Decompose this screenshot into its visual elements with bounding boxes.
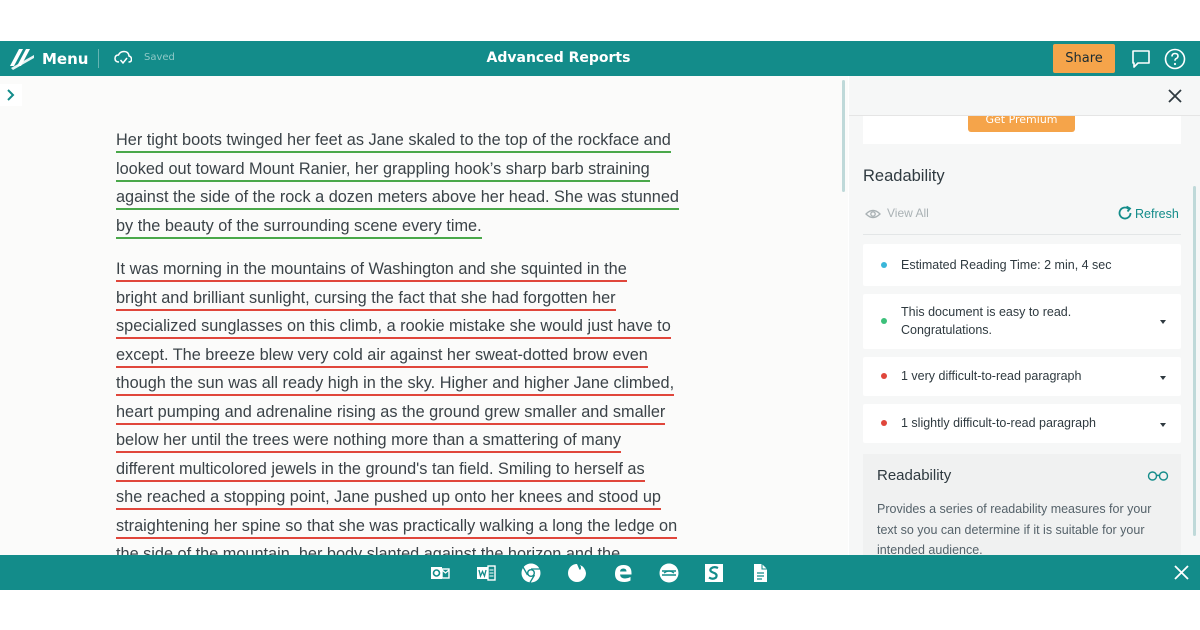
very-difficult-text: 1 very difficult-to-read paragraph [901,369,1082,383]
text-line: It was morning in the mountains of Washi… [116,260,627,282]
view-all-label: View All [887,206,929,220]
premium-card: Get Premium [863,116,1181,144]
text-line: different multicolored jewels in the gro… [116,459,645,482]
text-line: heart pumping and adrenaline rising as t… [116,402,666,425]
reading-time-text: Estimated Reading Time: 2 min, 4 sec [901,258,1112,272]
text-line: Her tight boots twinged her feet as Jane… [116,131,671,153]
firefox-icon[interactable] [566,562,588,584]
integrations-bar [0,555,1200,590]
reading-time-item: Estimated Reading Time: 2 min, 4 sec [863,244,1181,286]
editor-scrollbar[interactable] [842,80,845,192]
top-bar: Menu Saved Advanced Reports Share [0,41,1200,76]
share-button[interactable]: Share [1053,44,1115,73]
info-title: Readability [877,467,952,484]
text-line: she reached a stopping point, Jane pushe… [116,488,661,510]
chevron-down-icon[interactable] [1159,318,1167,326]
paragraph-easy[interactable]: Her tight boots twinged her feet as Jane… [116,127,736,241]
text-line: bright and brilliant sunlight, cursing t… [116,288,616,311]
text-line: below her until the trees were nothing m… [116,431,621,453]
text-line: looked out toward Mount Ranier, her grap… [116,159,650,182]
document-title: Advanced Reports [486,50,631,66]
text-line: straightening her spine so that she was … [116,516,678,539]
get-premium-button[interactable]: Get Premium [968,116,1075,132]
slightly-difficult-text: 1 slightly difficult-to-read paragraph [901,416,1097,430]
close-icon[interactable] [1165,86,1185,106]
chevron-down-icon[interactable] [1159,374,1167,382]
status-dot [881,373,887,379]
panel-header [849,76,1200,116]
eye-icon [865,209,881,219]
readability-info-card: Readability Provides a series of readabi… [863,454,1181,555]
outlook-icon[interactable] [429,562,451,584]
chevron-right-icon[interactable] [0,84,22,106]
readability-panel: Get Premium Readability View All Refresh… [849,76,1200,555]
text-line: by the beauty of the surrounding scene e… [116,216,482,239]
edge-icon[interactable] [612,562,634,584]
editor-area[interactable]: Her tight boots twinged her feet as Jane… [0,76,848,555]
info-description: Provides a series of readability measure… [877,502,1152,555]
chevron-down-icon[interactable] [1159,421,1167,429]
view-all-button[interactable]: View All [865,206,929,220]
easy-to-read-item[interactable]: This document is easy to read. Congratul… [863,294,1181,349]
panel-title: Readability [863,167,945,185]
help-icon[interactable] [1164,48,1186,70]
status-dot [881,318,887,324]
refresh-button[interactable]: Refresh [1117,205,1179,221]
slightly-difficult-item[interactable]: 1 slightly difficult-to-read paragraph [863,404,1181,443]
refresh-label: Refresh [1135,207,1179,221]
very-difficult-item[interactable]: 1 very difficult-to-read paragraph [863,357,1181,396]
status-dot [881,420,887,426]
close-bar-icon[interactable] [1173,564,1190,581]
google-docs-icon[interactable] [749,562,771,584]
panel-scrollbar[interactable] [1193,186,1196,536]
status-dot [881,262,887,268]
text-line: against the side of the rock a dozen met… [116,188,679,210]
text-line: except. The breeze blew very cold air ag… [116,345,648,368]
text-line: the side of the mountain, her body slant… [116,545,621,555]
text-line: specialized sunglasses on this climb, a … [116,317,671,339]
paragraph-difficult[interactable]: It was morning in the mountains of Washi… [116,256,736,555]
safari-icon[interactable] [658,562,680,584]
easy-to-read-text: This document is easy to read. Congratul… [901,305,1072,337]
chat-icon[interactable] [1131,49,1151,69]
word-icon[interactable] [475,562,497,584]
text-line: though the sun was all ready high in the… [116,374,675,396]
chrome-icon[interactable] [520,562,542,584]
scrivener-icon[interactable] [703,562,725,584]
panel-divider [863,234,1181,235]
refresh-icon [1118,205,1132,220]
glasses-icon[interactable] [1147,469,1169,481]
